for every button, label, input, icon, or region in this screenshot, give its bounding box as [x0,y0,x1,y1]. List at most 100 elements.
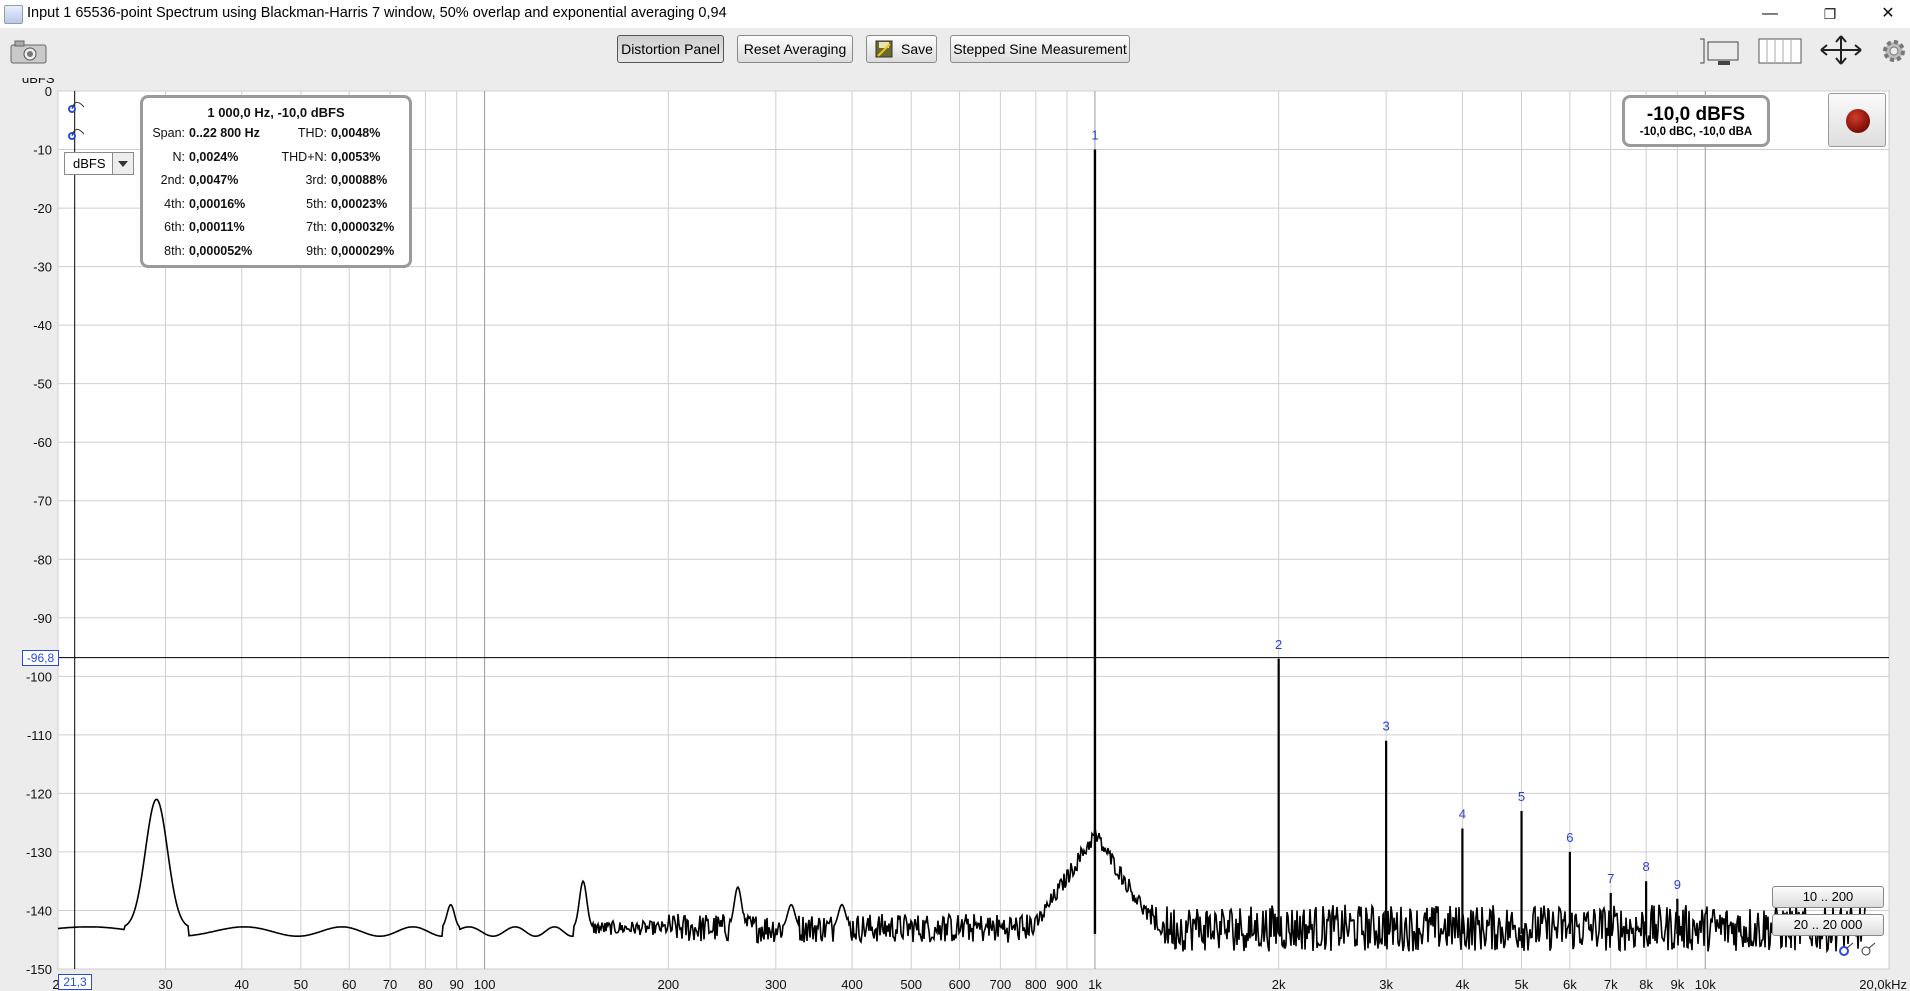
harmonic-label: 5 [1518,789,1525,804]
y-tick-label: -140 [26,903,52,918]
harmonic-label: 2 [1275,637,1282,652]
panel-v2: 0,000032% [331,220,395,235]
x-tick-label: 70 [383,977,397,991]
harmonic-label: 4 [1459,807,1466,822]
panel-k2: 3rd: [305,173,327,188]
x-tick-label: 700 [990,977,1012,991]
panel-k1: N: [172,149,186,164]
panel-row: 2nd: 0,0047% 3rd: 0,00088% [143,173,409,193]
y-tick-label: -120 [26,786,52,801]
x-tick-label: 4k [1456,977,1470,991]
panel-v1: 0,00011% [189,220,245,235]
record-icon [1846,109,1870,133]
columns-icon[interactable] [1758,38,1802,64]
x-tick-label: 40 [234,977,248,991]
x-tick-label: 600 [949,977,971,991]
y-tick-label: -30 [33,260,52,275]
x-tick-label: 6k [1563,977,1577,991]
panel-row: Span: 0..22 800 Hz THD: 0,0048% [143,126,409,146]
panel-header: 1 000,0 Hz, -10,0 dBFS [207,105,345,120]
harmonic-label: 7 [1607,871,1614,886]
window-title: Input 1 65536-point Spectrum using Black… [27,5,727,21]
y-tick-label: -70 [33,494,52,509]
x-cursor-value[interactable]: 21,3 [58,974,92,990]
x-tick-label: 20,0kHz [1859,977,1907,991]
range-20-20000-button[interactable]: 20 .. 20 000 [1772,914,1884,936]
expand-arrows-icon[interactable] [1818,34,1864,66]
level-main: -10,0 dBFS [1646,104,1746,125]
x-tick-label: 30 [158,977,172,991]
harmonic-label: 6 [1566,830,1573,845]
y-tick-label: -20 [33,201,52,216]
level-readout: -10,0 dBFS -10,0 dBC, -10,0 dBA [1622,95,1770,147]
panel-k1: Span: [152,126,185,140]
panel-k1: 6th: [164,220,185,235]
record-button[interactable] [1828,93,1886,147]
distortion-panel-button[interactable]: Distortion Panel [617,35,724,63]
x-tick-label: 60 [342,977,356,991]
gear-icon[interactable] [1880,37,1908,65]
harmonic-label: 3 [1383,719,1390,734]
y-tick-label: 0 [45,84,52,99]
panel-v1: 0,0024% [189,149,239,164]
cursor-toggle-icon-2[interactable] [66,124,86,144]
unit-select-value: dBFS [73,156,106,171]
layout-icon[interactable] [1698,36,1742,66]
zoom-icons[interactable] [1830,940,1880,960]
minimize-button[interactable]: — [1742,0,1798,28]
panel-v2: 0,0048% [331,126,381,140]
unit-select[interactable]: dBFS [64,152,134,175]
camera-icon[interactable] [10,40,48,64]
x-tick-label: 80 [418,977,432,991]
y-tick-label: -40 [33,318,52,333]
x-tick-label: 200 [657,977,679,991]
y-tick-label: -10 [33,143,52,158]
close-button[interactable]: ✕ [1860,0,1910,28]
harmonic-label: 9 [1674,877,1681,892]
x-tick-label: 900 [1056,977,1078,991]
reset-averaging-button[interactable]: Reset Averaging [737,35,853,63]
stepped-sine-button[interactable]: Stepped Sine Measurement [950,35,1130,63]
x-tick-label: 500 [900,977,922,991]
panel-k2: THD+N: [281,149,328,164]
level-sub: -10,0 dBC, -10,0 dBA [1639,126,1753,138]
panel-v1: 0,000052% [189,244,253,258]
panel-row: N: 0,0024% THD+N: 0,0053% [143,150,409,170]
panel-k1: 8th: [164,244,185,258]
panel-k2: 9th: [306,244,327,258]
range-10-200-button[interactable]: 10 .. 200 [1772,886,1884,908]
panel-row: 8th: 0,000052% 9th: 0,000029% [143,244,409,264]
x-tick-label: 3k [1379,977,1393,991]
panel-v2: 0,000029% [331,244,395,258]
chevron-down-icon [112,153,133,174]
panel-row: 6th: 0,00011% 7th: 0,000032% [143,220,409,240]
app-icon [4,5,23,24]
x-tick-label: 800 [1025,977,1047,991]
panel-v2: 0,00088% [331,173,388,188]
panel-v1: 0,0047% [189,173,239,188]
panel-v1: 0..22 800 Hz [189,126,260,140]
save-icon [875,40,893,58]
y-cursor-value[interactable]: -96,8 [22,650,59,666]
y-tick-label: -100 [26,669,52,684]
x-tick-label: 2k [1272,977,1286,991]
panel-v2: 0,00023% [331,196,388,211]
x-tick-label: 100 [474,977,496,991]
save-label: Save [901,41,933,57]
x-tick-label: 300 [765,977,787,991]
title-bar: Input 1 65536-point Spectrum using Black… [0,0,1910,28]
x-tick-label: 90 [449,977,463,991]
panel-k1: 2nd: [160,173,185,188]
x-tick-label: 8k [1639,977,1653,991]
y-tick-label: -150 [26,962,52,977]
distortion-panel: 1 000,0 Hz, -10,0 dBFS Span: 0..22 800 Hz… [140,95,412,268]
y-tick-label: -50 [33,377,52,392]
panel-k2: THD: [297,126,327,140]
panel-v1: 0,00016% [189,196,246,211]
restore-button[interactable]: ❐ [1802,0,1858,28]
y-tick-label: -90 [33,611,52,626]
cursor-toggle-icon-1[interactable] [66,97,86,117]
save-button[interactable]: Save [866,35,937,63]
harmonic-label: 1 [1091,128,1098,143]
y-tick-label: -60 [33,435,52,450]
